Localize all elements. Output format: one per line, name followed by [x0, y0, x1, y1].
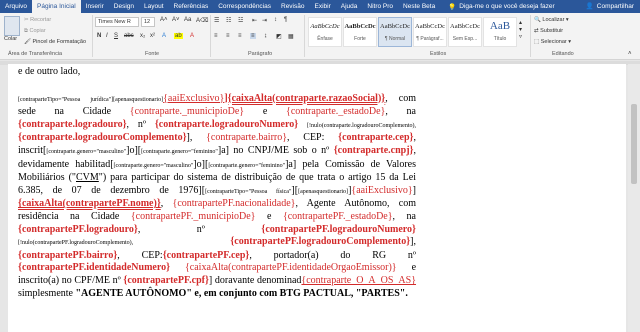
tab-ajuda[interactable]: Ajuda	[336, 0, 363, 13]
shading-icon[interactable]: ◩	[276, 33, 282, 40]
tab-nitro-pro[interactable]: Nitro Pro	[362, 0, 398, 13]
share-button[interactable]: 👤 Compartilhar	[586, 0, 634, 13]
editing-group-label: Editando	[552, 51, 574, 57]
tab-neste-beta[interactable]: Neste Beta	[398, 0, 440, 13]
align-center-icon[interactable]: ≡	[226, 33, 230, 39]
paragraph-group-label: Parágrafo	[248, 51, 273, 57]
tab-pagina-inicial[interactable]: Página Inicial	[32, 0, 81, 13]
tab-correspondencias[interactable]: Correspondências	[213, 0, 276, 13]
subscript-icon[interactable]: x₂	[140, 33, 145, 39]
style-enfase[interactable]: AaBbCcDc Ênfase	[308, 17, 342, 47]
borders-icon[interactable]: ▦	[288, 33, 294, 40]
tab-exibir[interactable]: Exibir	[309, 0, 335, 13]
clipboard-group-label: Área de Transferência	[8, 51, 63, 57]
group-divider	[92, 15, 93, 57]
ribbon-tab-bar: Arquivo Página Inicial Inserir Design La…	[0, 0, 640, 13]
select-button[interactable]: ⬚ Selecionar ▾	[534, 39, 571, 45]
collapse-ribbon-icon[interactable]: ˄	[628, 51, 632, 57]
tab-arquivo[interactable]: Arquivo	[0, 0, 32, 13]
bullets-icon[interactable]: ☰	[214, 17, 219, 24]
justify-icon[interactable]: ≡	[250, 33, 256, 39]
paste-button[interactable]: Colar	[4, 36, 17, 42]
font-name-box[interactable]: Times New R	[95, 17, 139, 27]
person-icon: 👤	[585, 3, 594, 10]
vertical-scrollbar[interactable]	[628, 64, 640, 332]
multilevel-list-icon[interactable]: ☳	[238, 17, 243, 24]
numbering-icon[interactable]: ☷	[226, 17, 231, 24]
align-right-icon[interactable]: ≡	[238, 33, 242, 39]
tab-inserir[interactable]: Inserir	[81, 0, 109, 13]
style-sem-espacamento[interactable]: AaBbCcDc Sem Esp...	[448, 17, 482, 47]
text-effects-icon[interactable]: A	[162, 33, 166, 39]
style-forte[interactable]: AaBbCcDc Forte	[343, 17, 377, 47]
tab-referencias[interactable]: Referências	[169, 0, 214, 13]
tell-me-box[interactable]: 💡 Diga-me o que você deseja fazer	[448, 3, 554, 11]
group-divider	[530, 15, 531, 57]
style-paragrafo[interactable]: AaBbCcDc ¶ Parágraf...	[413, 17, 447, 47]
replace-icon: ⇄	[534, 28, 539, 34]
shrink-font-icon[interactable]: A˅	[172, 17, 180, 23]
superscript-icon[interactable]: x²	[150, 33, 155, 39]
highlight-icon[interactable]: ab	[174, 33, 183, 39]
decrease-indent-icon[interactable]: ⇤	[252, 17, 257, 24]
copy-button[interactable]: ⧉ Copiar	[24, 28, 46, 35]
clipboard-icon	[4, 16, 20, 36]
style-normal[interactable]: AaBbCcDc ¶ Normal	[378, 17, 412, 47]
line-spacing-icon[interactable]: ↨	[264, 33, 267, 39]
clear-format-icon[interactable]: A⌫	[196, 17, 209, 24]
replace-button[interactable]: ⇄ Substituir	[534, 28, 563, 34]
bold-icon[interactable]: N	[97, 33, 101, 39]
lightbulb-icon: 💡	[448, 3, 457, 11]
document-page[interactable]: e de outro lado, [contraparteTipo="Pesso…	[8, 64, 626, 332]
italic-icon[interactable]: I	[106, 33, 108, 39]
font-color-icon[interactable]: A	[190, 33, 194, 39]
group-divider	[210, 15, 211, 57]
tab-design[interactable]: Design	[109, 0, 139, 13]
pilcrow-icon[interactable]: ¶	[284, 17, 287, 23]
format-painter-button[interactable]: 🖌 Pincel de Formatação	[24, 39, 86, 45]
styles-group-label: Estilos	[430, 51, 447, 57]
clause-parte: [contraparteTipo="Pessoa jurídica"][apen…	[18, 92, 417, 299]
font-size-box[interactable]: 12	[141, 17, 155, 27]
grow-font-icon[interactable]: A˄	[160, 17, 168, 23]
cursor-icon: ⬚	[534, 39, 540, 45]
font-group-label: Fonte	[145, 51, 160, 57]
align-left-icon[interactable]: ≡	[214, 33, 218, 39]
change-case-icon[interactable]: Aa	[184, 17, 191, 23]
brush-icon: 🖌	[24, 39, 31, 45]
search-icon: 🔍	[534, 17, 541, 23]
strikethrough-icon[interactable]: abc	[124, 33, 134, 39]
document-body[interactable]: e de outro lado, [contraparteTipo="Pesso…	[18, 64, 416, 300]
style-titulo[interactable]: AaB Título	[483, 17, 517, 47]
group-divider	[304, 15, 305, 57]
tab-layout[interactable]: Layout	[139, 0, 169, 13]
underline-icon[interactable]: S	[114, 33, 118, 39]
scrollbar-thumb[interactable]	[631, 104, 637, 184]
increase-indent-icon[interactable]: ⇥	[262, 17, 267, 24]
find-button[interactable]: 🔍 Localizar ▾	[534, 17, 569, 23]
ribbon: Colar ✂ Recortar ⧉ Copiar 🖌 Pincel de Fo…	[0, 13, 640, 60]
sort-icon[interactable]: ↕	[274, 17, 277, 23]
cut-button[interactable]: ✂ Recortar	[24, 17, 51, 23]
doc-line: e de outro lado,	[18, 66, 81, 77]
tab-revisao[interactable]: Revisão	[276, 0, 309, 13]
styles-scroll-icon[interactable]: ▴ ▾ ▿	[519, 19, 522, 40]
